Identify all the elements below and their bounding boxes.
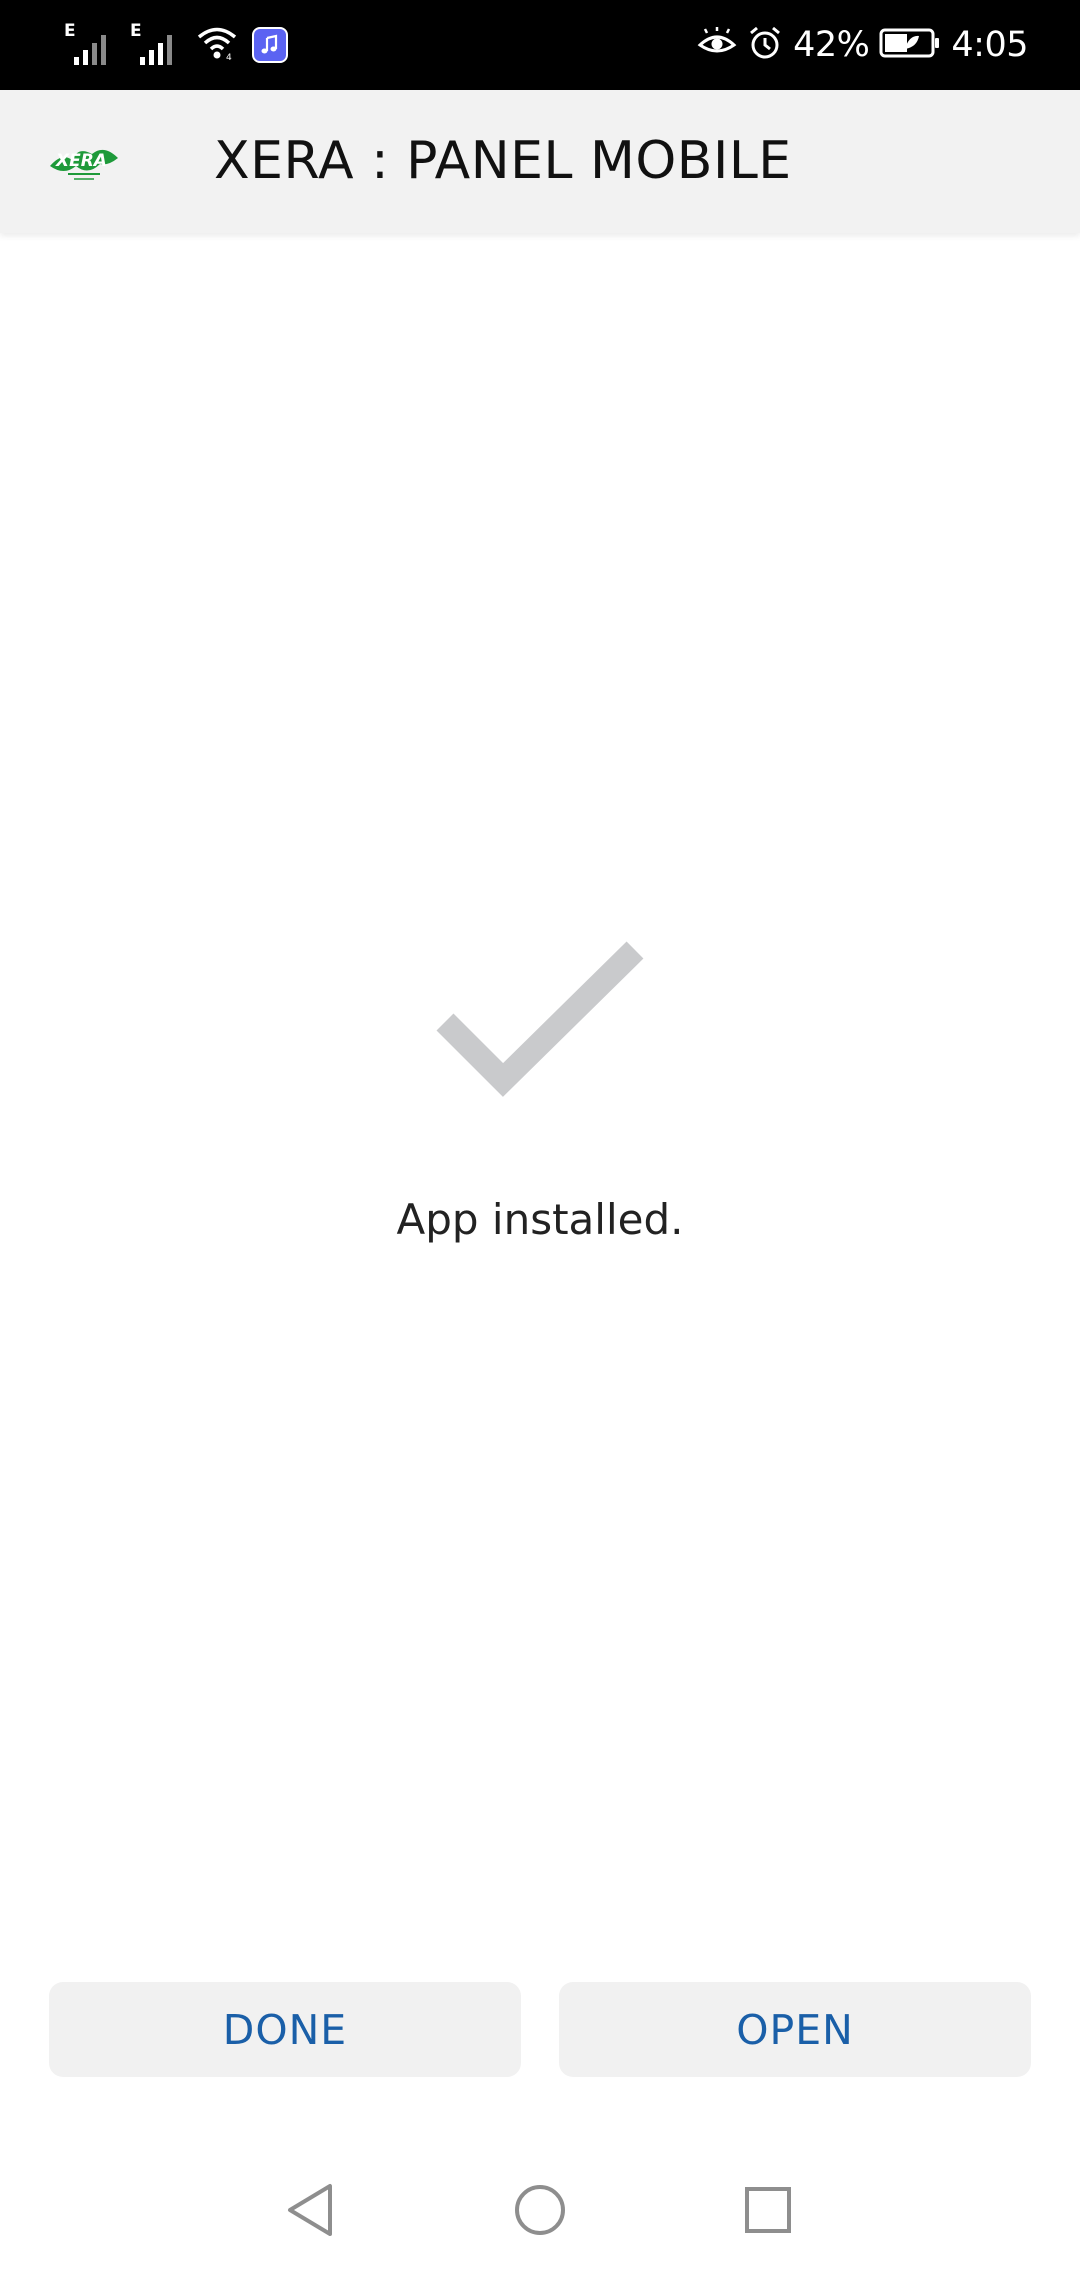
- eye-comfort-icon: [697, 27, 737, 63]
- wifi-icon: 4: [196, 25, 238, 65]
- clock: 4:05: [951, 25, 1028, 65]
- open-button[interactable]: OPEN: [559, 1982, 1031, 2077]
- install-status-message: App installed.: [396, 1195, 684, 1244]
- alarm-icon: [747, 25, 783, 65]
- svg-text:4: 4: [226, 53, 232, 61]
- app-logo: XERA: [48, 136, 120, 184]
- back-icon[interactable]: [268, 2168, 352, 2252]
- signal-icon: E: [130, 21, 182, 69]
- status-bar: E E 4 42% 4:05: [0, 0, 1080, 90]
- signal-icon: E: [64, 21, 116, 69]
- svg-text:XERA: XERA: [55, 151, 107, 171]
- navigation-bar: [0, 2140, 1080, 2280]
- checkmark-icon: [436, 941, 644, 1097]
- status-bar-left: E E 4: [64, 18, 288, 72]
- installer-screen: E E 4 42% 4:05 XERA XERA: PANEL MOBILE …: [0, 0, 1080, 2280]
- xera-logo-icon: XERA: [50, 149, 118, 180]
- battery-percent: 42%: [793, 25, 870, 65]
- done-button[interactable]: DONE: [49, 1982, 521, 2077]
- page-title: XERA : PANEL MOBILE: [214, 131, 792, 191]
- recents-icon[interactable]: [726, 2168, 810, 2252]
- app-bar: XERA XERA : PANEL MOBILE: [0, 90, 1080, 233]
- status-bar-right: 42% 4:05: [697, 18, 1028, 72]
- music-app-icon: [252, 27, 288, 63]
- battery-icon: [879, 27, 941, 63]
- home-icon[interactable]: [498, 2168, 582, 2252]
